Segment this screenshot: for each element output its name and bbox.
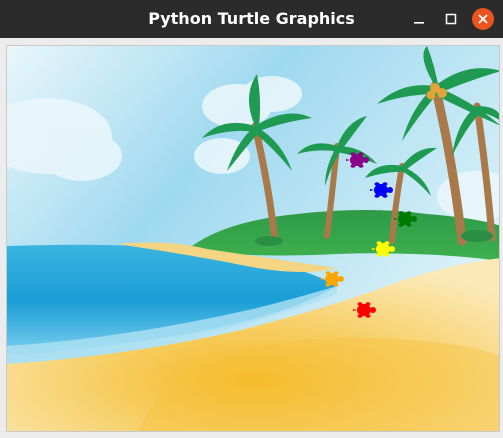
beach-background [7,46,499,431]
close-icon [478,14,488,24]
green-turtle-icon [394,211,417,227]
minimize-icon [414,22,424,24]
title-bar: Python Turtle Graphics [0,0,503,38]
maximize-button[interactable] [441,9,461,29]
close-button[interactable] [472,8,494,30]
minimize-button[interactable] [409,9,429,29]
blue-turtle-icon [370,182,393,198]
purple-turtle-icon [346,152,369,168]
red-turtle-icon [353,302,376,318]
maximize-icon [445,13,457,25]
turtle-canvas[interactable] [6,45,500,432]
yellow-turtle-icon [372,241,395,257]
orange-turtle-icon [321,271,344,287]
